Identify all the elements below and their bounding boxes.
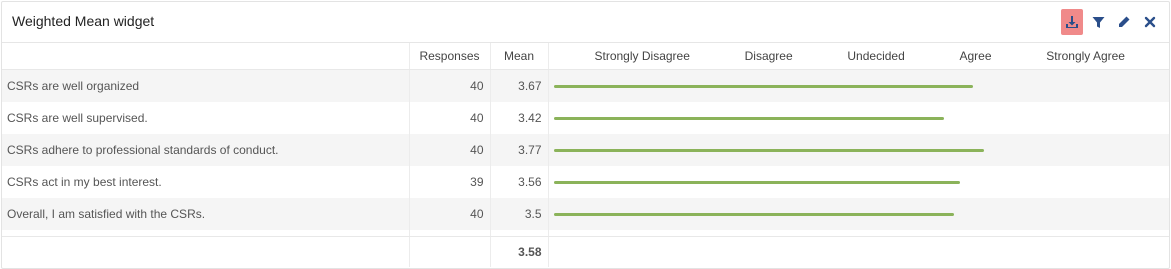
header-responses: Responses: [408, 43, 490, 70]
header-mean: Mean: [489, 43, 548, 70]
scale-strongly-disagree: Strongly Disagree: [594, 49, 690, 63]
weighted-mean-widget: Weighted Mean widget Responses Mean Stro…: [1, 1, 1170, 269]
mean-bar: [553, 149, 985, 152]
mean-bar: [553, 181, 961, 184]
mean-bar: [553, 85, 973, 88]
table-row: CSRs act in my best interest. 39 3.56: [2, 166, 1169, 198]
total-row: 3.58: [2, 236, 1169, 267]
row-bar-cell: [547, 69, 1169, 102]
table-row: CSRs adhere to professional standards of…: [2, 134, 1169, 166]
row-responses: 40: [408, 102, 490, 134]
row-bar-cell: [547, 166, 1169, 198]
widget-header: Weighted Mean widget: [2, 2, 1169, 43]
table-row: CSRs are well organized 40 3.67: [2, 69, 1169, 102]
scale-disagree: Disagree: [744, 49, 793, 63]
row-responses: 39: [408, 166, 490, 198]
scale-agree: Agree: [959, 49, 992, 63]
row-bar-cell: [547, 102, 1169, 134]
row-bar-cell: [547, 134, 1169, 166]
row-mean: 3.56: [489, 166, 548, 198]
filter-button[interactable]: [1087, 9, 1109, 35]
close-button[interactable]: [1139, 9, 1161, 35]
mean-bar: [553, 213, 954, 216]
edit-icon: [1117, 15, 1131, 29]
mean-bar: [553, 117, 945, 120]
widget-title: Weighted Mean widget: [12, 13, 155, 29]
weighted-mean-table: Responses Mean Strongly Disagree Disagre…: [2, 43, 1169, 267]
row-label: Overall, I am satisfied with the CSRs.: [2, 198, 409, 230]
table-row: Overall, I am satisfied with the CSRs. 4…: [2, 198, 1169, 230]
row-mean: 3.67: [489, 69, 548, 102]
header-scale: Strongly Disagree Disagree Undecided Agr…: [547, 43, 1169, 70]
row-label: CSRs act in my best interest.: [2, 166, 409, 198]
close-icon: [1144, 16, 1156, 28]
row-bar-cell: [547, 198, 1169, 230]
total-mean: 3.58: [489, 236, 548, 267]
row-responses: 40: [408, 198, 490, 230]
download-icon: [1065, 15, 1079, 29]
edit-button[interactable]: [1113, 9, 1135, 35]
row-responses: 40: [408, 134, 490, 166]
row-mean: 3.5: [489, 198, 548, 230]
widget-toolbar: [1061, 9, 1161, 35]
filter-icon: [1092, 16, 1105, 29]
row-label: CSRs adhere to professional standards of…: [2, 134, 409, 166]
total-label: [2, 236, 409, 267]
table-header-row: Responses Mean Strongly Disagree Disagre…: [2, 43, 1169, 70]
row-responses: 40: [408, 69, 490, 102]
table-row: CSRs are well supervised. 40 3.42: [2, 102, 1169, 134]
download-button[interactable]: [1061, 9, 1083, 35]
scale-strongly-agree: Strongly Agree: [1046, 49, 1125, 63]
row-label: CSRs are well organized: [2, 69, 409, 102]
scale-undecided: Undecided: [847, 49, 905, 63]
row-mean: 3.42: [489, 102, 548, 134]
row-mean: 3.77: [489, 134, 548, 166]
total-bar-cell: [547, 236, 1169, 267]
total-responses: [408, 236, 490, 267]
header-question: [2, 43, 409, 70]
row-label: CSRs are well supervised.: [2, 102, 409, 134]
